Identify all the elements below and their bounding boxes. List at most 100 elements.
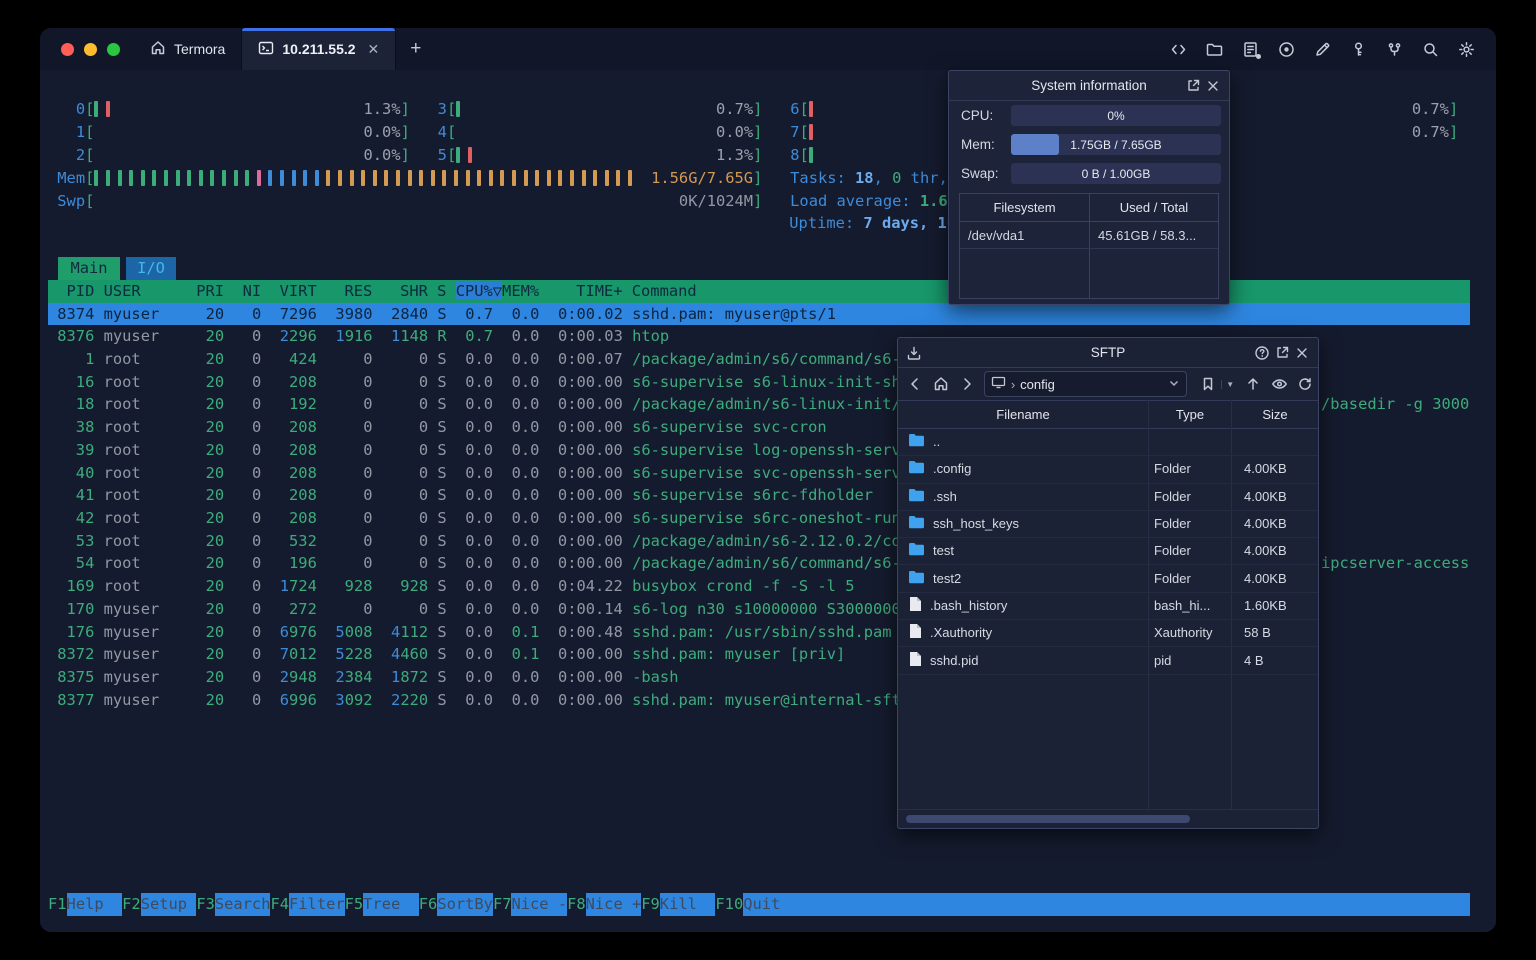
swap-label: Swap:	[961, 166, 999, 181]
file-type: Xauthority	[1154, 625, 1213, 641]
path-separator: ›	[1010, 376, 1016, 392]
tab-close-icon[interactable]: ✕	[368, 41, 380, 58]
keychain-branch-icon[interactable]	[1385, 40, 1404, 59]
forward-icon[interactable]	[954, 373, 980, 395]
close-icon[interactable]	[1292, 343, 1312, 363]
cpu-meter-row: 1[0.0%] 4[0.0%] 7[0.7%]	[75, 123, 1459, 141]
traffic-lights	[40, 28, 134, 70]
titlebar-toolbar	[1169, 28, 1496, 70]
gear-icon[interactable]	[1457, 40, 1476, 59]
cpu-usage-bar: 0%	[1011, 105, 1221, 126]
pencil-icon[interactable]	[1313, 40, 1332, 59]
file-row[interactable]: test2 Folder 4.00KB	[898, 565, 1318, 593]
titlebar: Termora 10.211.55.2 ✕ +	[40, 28, 1496, 71]
chevron-down-icon[interactable]	[1168, 377, 1180, 392]
file-icon	[908, 651, 922, 670]
refresh-icon[interactable]	[1292, 373, 1318, 395]
home-icon[interactable]	[928, 373, 954, 395]
file-icon	[908, 596, 922, 615]
file-row[interactable]: test Folder 4.00KB	[898, 537, 1318, 566]
show-hidden-eye-icon[interactable]	[1266, 373, 1292, 395]
file-row[interactable]: sshd.pid pid 4 B	[898, 646, 1318, 675]
file-name: .ssh	[933, 488, 957, 504]
used-total-column-header[interactable]: Used / Total	[1090, 194, 1218, 222]
system-information-panel: System information CPU: 0% Mem: 1.75GB /…	[948, 70, 1230, 305]
record-icon[interactable]	[1277, 40, 1296, 59]
file-row[interactable]: ..	[898, 428, 1318, 457]
type-column-header[interactable]: Type	[1149, 400, 1231, 428]
minimize-window-button[interactable]	[84, 42, 97, 56]
download-icon[interactable]	[904, 343, 924, 363]
back-icon[interactable]	[902, 373, 928, 395]
path-input[interactable]: › config	[983, 371, 1188, 397]
folder-icon	[908, 542, 925, 559]
sftp-toolbar: › config ▼	[898, 368, 1318, 401]
mem-label: Mem:	[961, 137, 995, 152]
swap-meter-row: Swp[0K/1024M] Load average: 1.61 1	[57, 191, 975, 210]
file-type: Folder	[1154, 461, 1191, 477]
parent-directory-icon[interactable]	[1240, 373, 1266, 395]
key-icon[interactable]	[1349, 40, 1368, 59]
htop-tab-io[interactable]: I/O	[126, 257, 176, 280]
fkey-action-button[interactable]: Kill	[659, 893, 716, 916]
fkey-action-button[interactable]: Nice +	[585, 893, 642, 916]
fkey-action-button[interactable]: Help	[66, 893, 123, 916]
file-row[interactable]: ssh_host_keys Folder 4.00KB	[898, 510, 1318, 539]
fkey-action-button[interactable]: SortBy	[437, 893, 493, 916]
tab-termora-label: Termora	[174, 41, 226, 57]
bookmark-icon[interactable]	[1195, 373, 1221, 395]
file-row[interactable]: .bash_history bash_hi... 1.60KB	[898, 592, 1318, 621]
folder-icon	[908, 570, 925, 587]
fkey-action-button[interactable]: Search	[214, 893, 271, 916]
fkey-action-button[interactable]: Tree	[363, 893, 419, 916]
tab-session[interactable]: 10.211.55.2 ✕	[241, 28, 397, 70]
process-table-header[interactable]: PID USER PRI NI VIRT RES SHR S CPU%▽MEM%…	[48, 280, 1470, 303]
open-in-window-icon[interactable]	[1272, 343, 1292, 363]
file-type: pid	[1154, 652, 1172, 668]
file-name: .Xauthority	[930, 625, 993, 641]
fkey-number: F10	[715, 895, 744, 913]
fkey-action-button[interactable]: Filter	[289, 893, 345, 916]
tab-termora-home[interactable]: Termora	[134, 28, 241, 70]
file-row[interactable]: .config Folder 4.00KB	[898, 455, 1318, 484]
filename-column-header[interactable]: Filename	[898, 400, 1148, 428]
cpu-meter-row: 0[1.3%] 3[0.7%] 6[0.7%]	[75, 100, 1459, 118]
file-row[interactable]: .ssh Folder 4.00KB	[898, 483, 1318, 511]
folder-icon[interactable]	[1205, 40, 1224, 59]
filesystem-column-header[interactable]: Filesystem	[960, 194, 1089, 222]
fkey-number: F2	[122, 895, 141, 913]
bookmark-caret-icon[interactable]: ▼	[1221, 379, 1234, 389]
process-row[interactable]: 8374 myuser 20 0 7296 3980 2840 S 0.7 0.…	[48, 302, 1470, 326]
new-tab-button[interactable]: +	[396, 28, 435, 70]
fkey-action-button[interactable]: Setup	[140, 893, 197, 916]
scrollbar-thumb[interactable]	[906, 815, 1190, 823]
open-in-window-icon[interactable]	[1183, 76, 1203, 96]
log-badge-icon[interactable]	[1241, 40, 1261, 59]
file-name: test2	[933, 570, 962, 586]
search-icon[interactable]	[1421, 40, 1440, 59]
function-key-bar: F1 Help F2 Setup F3 Search F4 Filter F5 Tree F6…	[48, 893, 1470, 916]
fkey-action-button[interactable]: Nice -	[511, 893, 568, 916]
file-size: 4 B	[1244, 652, 1264, 668]
htop-tab-main[interactable]: Main	[58, 257, 120, 280]
help-icon[interactable]	[1252, 343, 1272, 363]
close-icon[interactable]	[1203, 76, 1223, 96]
size-column-header[interactable]: Size	[1232, 400, 1318, 428]
code-icon[interactable]	[1169, 40, 1188, 59]
horizontal-scrollbar[interactable]	[898, 809, 1318, 828]
fkey-number: F7	[492, 895, 512, 913]
folder-icon	[908, 433, 925, 450]
folder-icon	[908, 460, 925, 477]
path-segment[interactable]: config	[1020, 377, 1055, 392]
close-window-button[interactable]	[61, 42, 74, 56]
file-name: .bash_history	[930, 597, 1008, 613]
file-icon	[908, 623, 922, 642]
file-row[interactable]: .Xauthority Xauthority 58 B	[898, 619, 1318, 648]
zoom-window-button[interactable]	[107, 42, 120, 56]
fkey-action-button[interactable]: Quit	[743, 893, 799, 916]
file-size: 4.00KB	[1244, 570, 1287, 586]
fkey-number: F3	[196, 895, 215, 913]
mem-meter-row: Mem[1.56G/7.65G] Tasks: 18, 0 thr, 0	[57, 169, 966, 187]
folder-icon	[908, 488, 925, 505]
file-type: Folder	[1154, 543, 1191, 559]
